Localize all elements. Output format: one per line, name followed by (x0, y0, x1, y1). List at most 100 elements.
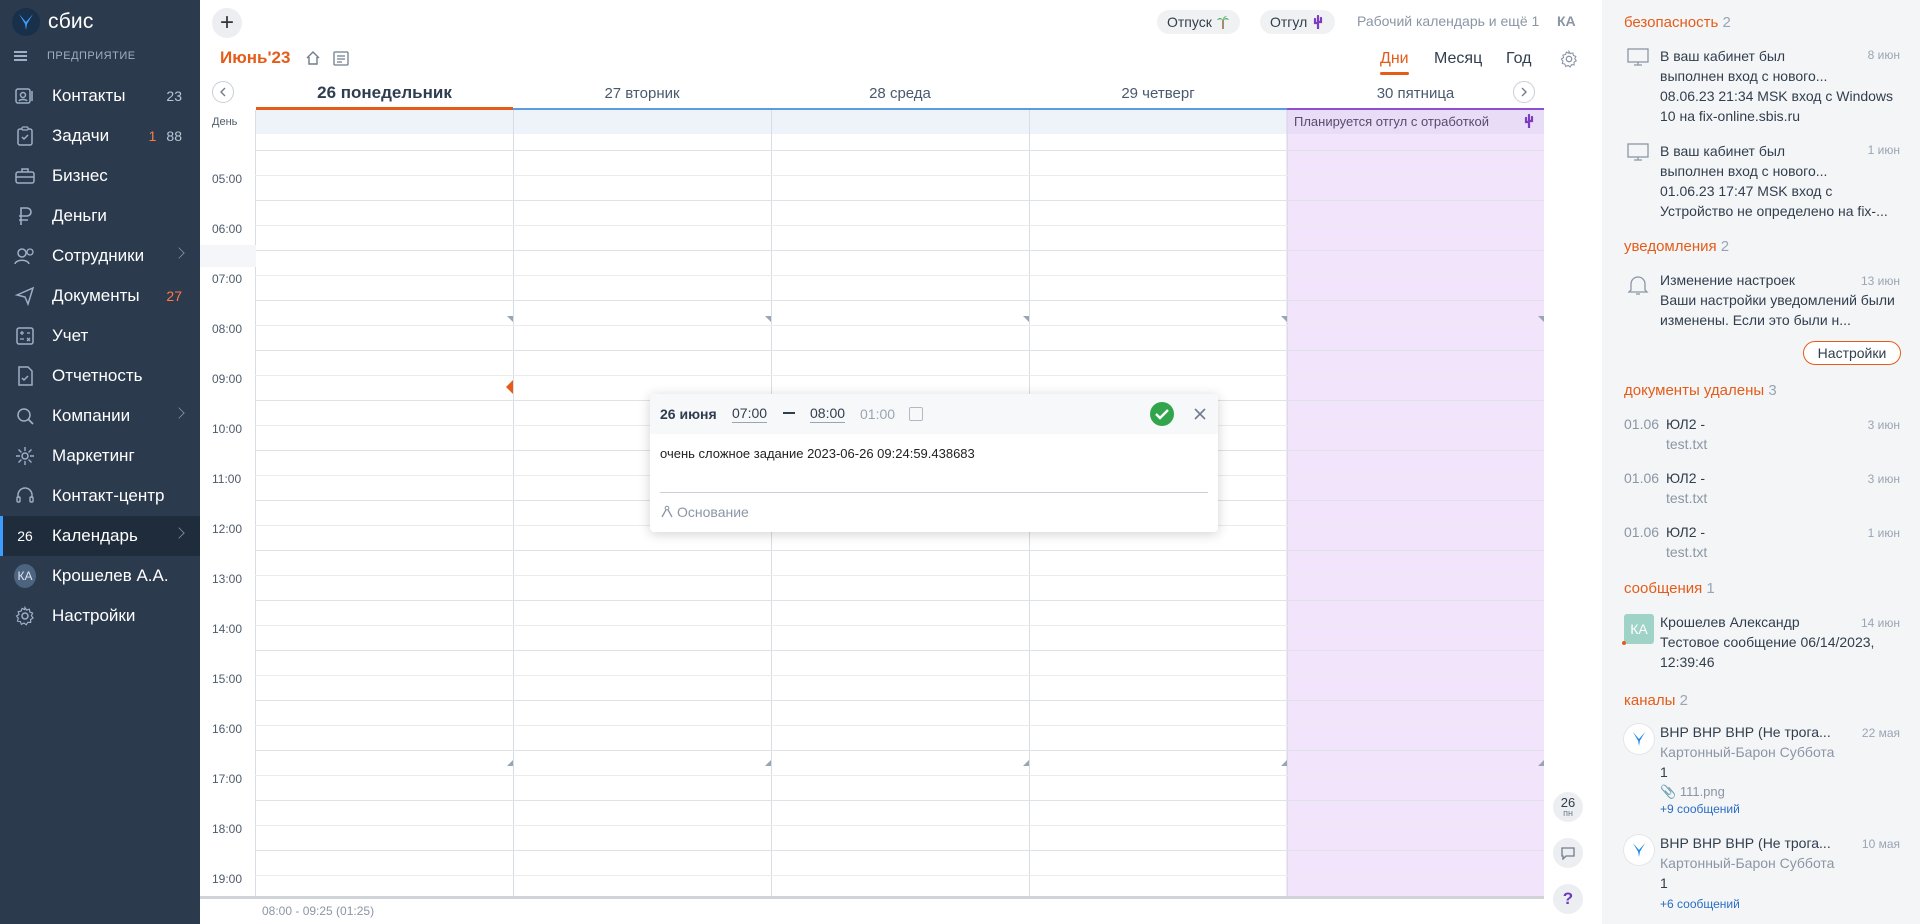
hour-gridline (255, 550, 1544, 551)
deleted-doc-item[interactable]: 01.06 ЮЛ2 - test.txt 1 июн (1624, 524, 1906, 564)
channel-item[interactable]: ВНР ВНР ВНР (Не трога... 10 мая Картонны… (1624, 835, 1906, 915)
menu-icon[interactable] (14, 51, 27, 61)
help-button[interactable]: ? (1553, 884, 1583, 914)
sidebar-item-calendar[interactable]: 26 Календарь (0, 516, 200, 556)
sidebar-item-label: Отчетность (52, 366, 143, 385)
deleted-doc-item[interactable]: 01.06 ЮЛ2 - test.txt 3 июн (1624, 470, 1906, 510)
hour-label: 06:00 (212, 222, 243, 236)
allday-checkbox[interactable] (909, 407, 923, 421)
hour-gridline (255, 775, 1544, 776)
sidebar-item-settings[interactable]: Настройки (0, 596, 200, 636)
sidebar-item-money[interactable]: Деньги (0, 196, 200, 236)
sidebar-item-reports[interactable]: Отчетность (0, 356, 200, 396)
sidebar-item-business[interactable]: Бизнес (0, 156, 200, 196)
attachment[interactable]: 📎 111.png (1660, 782, 1905, 802)
popup-date[interactable]: 26 июня (660, 406, 717, 422)
security-notification[interactable]: В ваш кабинет был выполнен вход с нового… (1624, 46, 1906, 126)
day-header-mon[interactable]: 26 понедельник (256, 76, 513, 110)
day-header-wed[interactable]: 28 среда (771, 76, 1029, 110)
hour-label: 13:00 (212, 572, 243, 586)
user-avatar-wrap: КА (14, 564, 36, 588)
start-time-input[interactable]: 07:00 (732, 405, 768, 423)
event-description[interactable]: очень сложное задание 2023-06-26 09:24:5… (660, 446, 975, 461)
save-button[interactable] (1150, 402, 1174, 426)
add-button[interactable]: + (212, 8, 242, 38)
notification-title: В ваш кабинет был выполнен вход с нового… (1660, 48, 1828, 84)
chevron-right-icon[interactable] (173, 407, 185, 419)
deleted-doc-item[interactable]: 01.06 ЮЛ2 - test.txt 3 июн (1624, 416, 1906, 456)
doc-time: 1 июн (1867, 526, 1900, 540)
org-switcher[interactable]: ПРЕДПРИЯТИЕ (14, 50, 136, 62)
slot-marker (1023, 760, 1029, 766)
notification-title: Изменение настроек (1660, 272, 1796, 288)
view-year-tab[interactable]: Год (1506, 50, 1531, 68)
chat-button[interactable] (1553, 838, 1583, 868)
check-icon (1155, 409, 1169, 420)
day-header-tue[interactable]: 27 вторник (513, 76, 771, 110)
section-notifications[interactable]: уведомления 2 (1624, 238, 1729, 255)
tasks-count: 1 88 (149, 128, 182, 144)
section-messages[interactable]: сообщения 1 (1624, 580, 1715, 597)
sidebar-item-accounting[interactable]: Учет (0, 316, 200, 356)
chevron-right-icon[interactable] (173, 527, 185, 539)
chevron-right-icon (1521, 87, 1527, 97)
more-messages-link[interactable]: +6 сообщений (1660, 897, 1740, 911)
work-calendar-filter[interactable]: Рабочий календарь и ещё 1 (1357, 13, 1539, 29)
more-messages-link[interactable]: +9 сообщений (1660, 802, 1740, 816)
day-header-thu[interactable]: 29 четверг (1029, 76, 1287, 110)
sidebar-nav: Контакты 23 Задачи 1 88 Бизнес Деньги Сот… (0, 76, 200, 636)
settings-notification[interactable]: Изменение настроек 13 июн Ваши настройки… (1624, 272, 1906, 332)
prev-week-button[interactable] (212, 81, 234, 103)
message-item[interactable]: КА Крошелев Александр 14 июн Тестовое со… (1622, 614, 1906, 674)
logo-text: сбис (48, 10, 94, 33)
user-initials[interactable]: КА (1557, 13, 1576, 29)
hour-label: 08:00 (212, 322, 243, 336)
leave-filter-button[interactable]: Отпуск (1157, 10, 1240, 34)
timeoff-label: Отгул (1270, 14, 1308, 30)
hour-gridline (255, 300, 1544, 301)
hour-gridline (255, 700, 1544, 701)
app-logo[interactable]: сбис (12, 8, 94, 36)
timeoff-filter-button[interactable]: Отгул (1260, 10, 1336, 34)
slot-marker (1538, 760, 1544, 766)
leave-label: Отпуск (1167, 14, 1212, 30)
channel-item[interactable]: ВНР ВНР ВНР (Не трога... 22 мая Картонны… (1624, 724, 1906, 820)
palm-tree-icon (1216, 16, 1229, 29)
slot-marker (1538, 316, 1544, 322)
sidebar-item-companies[interactable]: Компании (0, 396, 200, 436)
sidebar-item-profile[interactable]: КА Крошелев А.А. (0, 556, 200, 596)
section-docs-deleted[interactable]: документы удалены 3 (1624, 382, 1777, 399)
sidebar-item-tasks[interactable]: Задачи 1 88 (0, 116, 200, 156)
sidebar-item-contact-center[interactable]: Контакт-центр (0, 476, 200, 516)
home-icon[interactable] (305, 50, 321, 66)
close-icon[interactable] (1190, 404, 1210, 424)
notification-text: 01.06.23 17:47 MSK вход с Устройство не … (1660, 183, 1888, 219)
section-security[interactable]: безопасность 2 (1624, 14, 1731, 31)
gear-icon[interactable] (1560, 50, 1578, 68)
grid-col-separator (513, 110, 514, 896)
notification-settings-button[interactable]: Настройки (1803, 341, 1901, 365)
day-header-fri[interactable]: 30 пятница (1287, 76, 1544, 110)
sidebar-item-label: Настройки (52, 606, 136, 625)
view-month-tab[interactable]: Месяц (1434, 50, 1482, 68)
chevron-right-icon[interactable] (173, 247, 185, 259)
sidebar-item-label: Календарь (52, 526, 138, 545)
month-title[interactable]: Июнь'23 (220, 48, 290, 68)
channel-title: ВНР ВНР ВНР (Не трога... (1660, 835, 1831, 851)
sidebar-item-contacts[interactable]: Контакты 23 (0, 76, 200, 116)
next-week-button[interactable] (1513, 81, 1535, 103)
section-channels[interactable]: каналы 2 (1624, 692, 1688, 709)
notification-text: 08.06.23 21:34 MSK вход с Windows 10 на … (1660, 88, 1894, 124)
chat-bubble-icon (1561, 847, 1575, 860)
end-time-input[interactable]: 08:00 (810, 405, 846, 423)
today-button[interactable]: 26 пн (1553, 792, 1583, 822)
current-time-marker (506, 380, 513, 394)
security-notification[interactable]: В ваш кабинет был выполнен вход с нового… (1624, 141, 1906, 221)
sidebar-item-employees[interactable]: Сотрудники (0, 236, 200, 276)
sidebar-item-documents[interactable]: Документы 27 (0, 276, 200, 316)
sidebar-item-marketing[interactable]: Маркетинг (0, 436, 200, 476)
basis-link[interactable]: Основание (660, 504, 749, 520)
view-days-tab[interactable]: Дни (1380, 50, 1409, 75)
section-title: документы удалены (1624, 382, 1765, 399)
list-view-icon[interactable] (333, 51, 349, 66)
